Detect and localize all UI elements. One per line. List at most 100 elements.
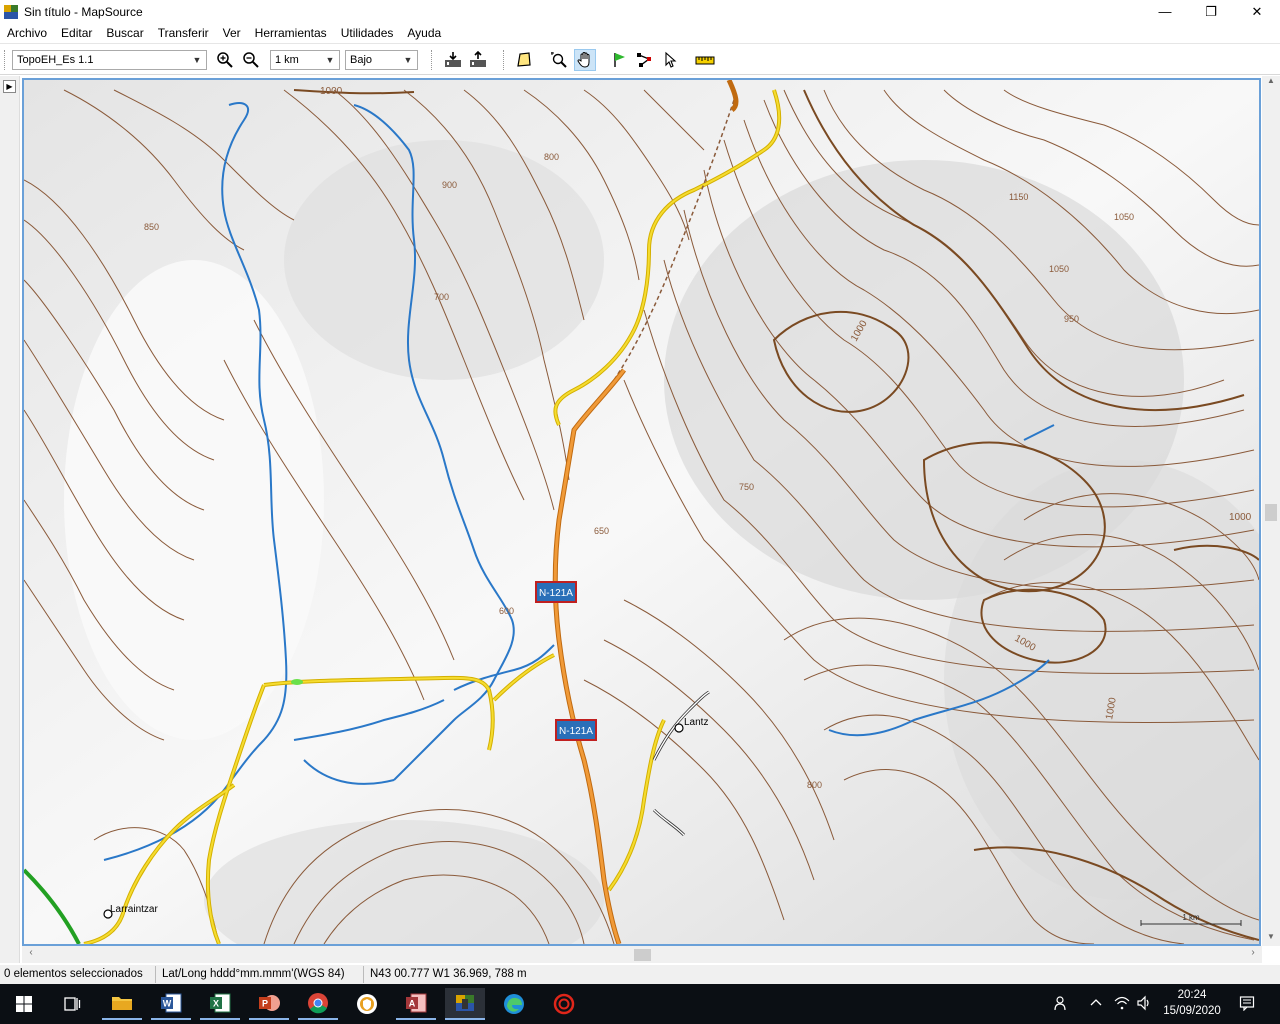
zoom-in-button[interactable] xyxy=(214,49,236,71)
show-hidden-icons-icon[interactable] xyxy=(1090,995,1102,1010)
notifications-icon[interactable] xyxy=(1239,995,1255,1014)
menu-transferir[interactable]: Transferir xyxy=(151,26,216,40)
taskbar-edge[interactable] xyxy=(494,988,534,1020)
detail-level-select[interactable]: Bajo ▼ xyxy=(345,50,418,70)
toolbar-grip[interactable] xyxy=(431,50,434,70)
chevron-down-icon: ▼ xyxy=(325,55,335,65)
menu-archivo[interactable]: Archivo xyxy=(0,26,54,40)
contour-label: 950 xyxy=(1064,314,1079,324)
taskbar-vpn[interactable] xyxy=(347,988,387,1020)
route-icon xyxy=(637,53,651,67)
contour-label: 650 xyxy=(594,526,609,536)
waypoint-tool-button[interactable] xyxy=(609,49,631,71)
clock-time: 20:24 xyxy=(1177,989,1207,1001)
receive-from-device-icon xyxy=(445,52,461,67)
people-icon[interactable] xyxy=(1054,995,1070,1014)
measure-tool-button[interactable] xyxy=(694,49,716,71)
zoom-tool-button[interactable] xyxy=(548,49,570,71)
scroll-up-icon[interactable]: ▲ xyxy=(1262,76,1280,90)
restore-button[interactable]: ❐ xyxy=(1188,0,1234,23)
vertical-scrollbar[interactable]: ▲ ▼ xyxy=(1262,76,1280,946)
zoom-scale-value: 1 km xyxy=(275,54,299,66)
send-to-device-button[interactable] xyxy=(467,49,489,71)
map-tool-icon xyxy=(517,52,531,67)
hand-icon xyxy=(577,51,590,68)
taskbar-recorder[interactable] xyxy=(544,988,584,1020)
taskbar-word[interactable]: W xyxy=(151,988,191,1020)
minimize-icon: — xyxy=(1158,4,1172,19)
taskbar-excel[interactable]: X xyxy=(200,988,240,1020)
menu-ayuda[interactable]: Ayuda xyxy=(400,26,448,40)
route-tool-button[interactable] xyxy=(634,49,656,71)
window-title: Sin título - MapSource xyxy=(24,4,143,19)
place-label-larraintzar[interactable]: Larraintzar xyxy=(110,904,158,915)
powerpoint-icon: P xyxy=(259,995,280,1011)
taskbar: W X P A 20:24 15/09/2020 xyxy=(0,984,1280,1024)
taskbar-mapsource[interactable] xyxy=(445,988,485,1020)
cursor-position: N43 00.777 W1 36.969, 788 m xyxy=(370,968,527,980)
minimize-button[interactable]: — xyxy=(1142,0,1188,23)
horizontal-scroll-thumb[interactable] xyxy=(634,949,651,961)
map-product-select[interactable]: TopoEH_Es 1.1 ▼ xyxy=(12,50,207,70)
flag-icon xyxy=(614,53,625,67)
zoom-scale-select[interactable]: 1 km ▼ xyxy=(270,50,340,70)
contour-label: 850 xyxy=(144,222,159,232)
menu-herramientas[interactable]: Herramientas xyxy=(248,26,334,40)
toolbar-grip[interactable] xyxy=(4,50,7,70)
wifi-icon[interactable] xyxy=(1114,995,1130,1014)
close-button[interactable]: ✕ xyxy=(1234,0,1280,23)
menu-utilidades[interactable]: Utilidades xyxy=(334,26,401,40)
contour-label: 700 xyxy=(434,292,449,302)
side-panel-collapsed: ▶ xyxy=(0,76,20,963)
taskbar-powerpoint[interactable]: P xyxy=(249,988,289,1020)
map-canvas[interactable]: N-121A N-121A Lantz Larraintzar 1000 900… xyxy=(22,78,1261,946)
map-tool-button[interactable] xyxy=(513,49,535,71)
selection-tool-button[interactable] xyxy=(659,49,681,71)
cursor-arrow-icon xyxy=(665,51,677,68)
vertical-scroll-thumb[interactable] xyxy=(1265,504,1277,521)
menu-bar: Archivo Editar Buscar Transferir Ver Her… xyxy=(0,23,1280,43)
scroll-down-icon[interactable]: ▼ xyxy=(1262,932,1280,946)
start-button[interactable] xyxy=(4,988,44,1020)
contour-label: 1050 xyxy=(1049,264,1069,274)
contour-label: 800 xyxy=(807,780,822,790)
svg-text:X: X xyxy=(213,999,219,1009)
menu-ver[interactable]: Ver xyxy=(216,26,248,40)
toolbar-grip[interactable] xyxy=(503,50,506,70)
contour-label: 1000 xyxy=(320,86,343,97)
horizontal-scrollbar[interactable]: ‹ › xyxy=(22,946,1262,963)
contour-label: 800 xyxy=(544,152,559,162)
edge-icon xyxy=(504,994,524,1014)
zoom-out-icon xyxy=(243,52,259,68)
scroll-right-icon[interactable]: › xyxy=(1246,947,1260,961)
svg-text:A: A xyxy=(409,999,416,1009)
clock-date: 15/09/2020 xyxy=(1163,1005,1221,1017)
pan-tool-button[interactable] xyxy=(574,49,596,71)
access-icon: A xyxy=(406,993,427,1013)
system-clock[interactable]: 20:24 15/09/2020 xyxy=(1152,987,1232,1019)
menu-buscar[interactable]: Buscar xyxy=(99,26,150,40)
town-marker-icon[interactable] xyxy=(674,723,684,733)
taskbar-file-explorer[interactable] xyxy=(102,988,142,1020)
contour-label: 1050 xyxy=(1114,212,1134,222)
close-icon: ✕ xyxy=(1251,3,1263,19)
taskbar-access[interactable]: A xyxy=(396,988,436,1020)
chevron-down-icon: ▼ xyxy=(192,55,202,65)
send-to-device-icon xyxy=(470,51,486,67)
mapsource-app-icon xyxy=(4,4,18,19)
expand-panel-button[interactable]: ▶ xyxy=(3,80,16,93)
scroll-left-icon[interactable]: ‹ xyxy=(24,947,38,961)
topographic-map[interactable]: N-121A N-121A Lantz Larraintzar 1000 900… xyxy=(24,80,1259,944)
selection-status: 0 elementos seleccionados xyxy=(0,966,156,983)
zoom-out-button[interactable] xyxy=(240,49,262,71)
taskbar-chrome[interactable] xyxy=(298,988,338,1020)
volume-icon[interactable] xyxy=(1136,995,1152,1014)
place-label-lantz[interactable]: Lantz xyxy=(684,717,708,728)
scale-bar-label: 1 km xyxy=(1182,913,1200,922)
road-label-n121a: N-121A xyxy=(559,726,593,737)
receive-from-device-button[interactable] xyxy=(442,49,464,71)
task-view-button[interactable] xyxy=(52,988,92,1020)
menu-editar[interactable]: Editar xyxy=(54,26,99,40)
contour-label: 600 xyxy=(499,606,514,616)
zoom-tool-icon xyxy=(551,52,567,68)
